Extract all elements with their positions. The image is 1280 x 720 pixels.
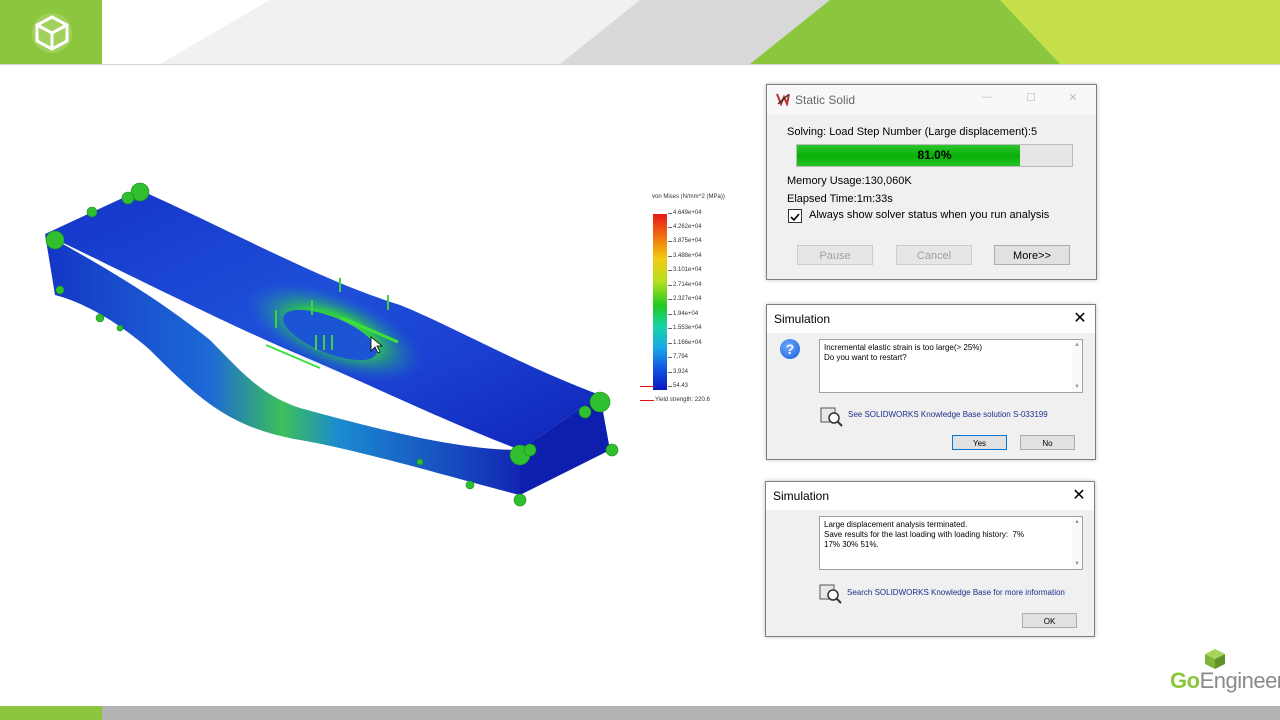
brand-prefix: Go	[1170, 668, 1200, 693]
yield-arrow-icon	[640, 400, 654, 401]
legend-title: von Mises (N/mm^2 (MPa))	[652, 194, 725, 200]
header-graphic	[102, 0, 1280, 64]
legend-tick: 1.94e+04	[667, 311, 699, 317]
knowledge-base-link[interactable]: Search SOLIDWORKS Knowledge Base for mor…	[847, 588, 1065, 597]
brand-wordmark: GoEngineer	[1170, 668, 1280, 694]
legend-tick: 54.43	[667, 383, 689, 389]
footer-accent	[0, 706, 102, 720]
solver-icon	[776, 93, 790, 106]
scrollbar[interactable]: ▲ ▼	[1072, 517, 1082, 569]
minimize-button[interactable]: —	[978, 91, 996, 107]
legend-color-bar	[653, 214, 667, 390]
goengineer-brand: GoEngineer	[1170, 648, 1280, 698]
yes-button[interactable]: Yes	[952, 435, 1007, 450]
simulation-titlebar[interactable]: Simulation ✕	[766, 482, 1094, 510]
question-icon: ?	[780, 339, 800, 359]
legend-tick: 2.714e+04	[668, 282, 702, 288]
cancel-button[interactable]: Cancel	[896, 245, 972, 265]
legend-tick: 3.875e+04	[668, 238, 702, 244]
scroll-down-icon[interactable]: ▼	[1074, 561, 1080, 567]
close-button[interactable]: ✕	[1069, 308, 1091, 330]
maximize-button[interactable]: ☐	[1022, 91, 1040, 107]
pause-button[interactable]: Pause	[797, 245, 873, 265]
simulation-terminated-dialog: Simulation ✕ Large displacement analysis…	[765, 481, 1095, 637]
legend-tick: 1.166e+04	[668, 340, 702, 346]
static-solid-titlebar[interactable]: Static Solid — ☐ ✕	[767, 85, 1096, 115]
always-show-label[interactable]: Always show solver status when you run a…	[809, 209, 1049, 221]
solving-status: Solving: Load Step Number (Large displac…	[787, 126, 1038, 138]
legend-tick: 3,924	[667, 369, 689, 375]
brand-cube-icon	[1205, 649, 1225, 669]
yield-marker	[640, 386, 654, 387]
fea-model-view[interactable]	[0, 150, 640, 530]
static-solid-dialog: Static Solid — ☐ ✕ Solving: Load Step Nu…	[766, 84, 1097, 280]
message-text: Large displacement analysis terminated. …	[824, 520, 1025, 549]
elapsed-time: Elapsed Time:1m:33s	[787, 193, 893, 205]
static-solid-title: Static Solid	[795, 93, 856, 107]
scroll-up-icon[interactable]: ▲	[1074, 342, 1080, 348]
scroll-down-icon[interactable]: ▼	[1074, 384, 1080, 390]
always-show-checkbox[interactable]	[788, 209, 802, 223]
simulation-titlebar[interactable]: Simulation ✕	[767, 305, 1095, 333]
progress-bar: 81.0%	[796, 144, 1073, 167]
simulation-restart-dialog: Simulation ✕ ? Incremental elastic strai…	[766, 304, 1096, 460]
message-box[interactable]: Incremental elastic strain is too large(…	[819, 339, 1083, 393]
knowledge-base-icon	[820, 407, 843, 427]
message-box[interactable]: Large displacement analysis terminated. …	[819, 516, 1083, 570]
progress-label: 81.0%	[917, 148, 952, 162]
brand-suffix: Engineer	[1199, 668, 1280, 693]
more-button[interactable]: More>>	[994, 245, 1070, 265]
no-button[interactable]: No	[1020, 435, 1075, 450]
legend-tick: 7,794	[667, 354, 689, 360]
stress-legend: von Mises (N/mm^2 (MPa)) 4.649e+04 4.262…	[640, 190, 760, 410]
cube-logo-icon	[32, 13, 72, 53]
knowledge-base-icon	[819, 584, 842, 604]
ok-button[interactable]: OK	[1022, 613, 1077, 628]
knowledge-base-link[interactable]: See SOLIDWORKS Knowledge Base solution S…	[848, 410, 1048, 419]
footer-bar	[0, 706, 1280, 720]
simulation-title: Simulation	[774, 312, 831, 326]
header-banner	[0, 0, 1280, 65]
memory-usage: Memory Usage:130,060K	[787, 175, 912, 187]
legend-tick: 4.262e+04	[668, 224, 702, 230]
scrollbar[interactable]: ▲ ▼	[1072, 340, 1082, 392]
checkmark-icon	[790, 213, 800, 222]
legend-tick: 1.553e+04	[668, 325, 702, 331]
legend-tick: 4.649e+04	[668, 210, 702, 216]
simulation-title: Simulation	[773, 489, 830, 503]
legend-tick: 3.488e+04	[668, 253, 702, 259]
close-button[interactable]: ✕	[1068, 485, 1090, 507]
logo-box	[0, 0, 102, 64]
yield-strength-label: Yield strength: 220.6	[655, 397, 710, 403]
close-button[interactable]: ✕	[1064, 91, 1082, 107]
scroll-up-icon[interactable]: ▲	[1074, 519, 1080, 525]
legend-tick: 2.327e+04	[668, 296, 702, 302]
legend-tick: 3.101e+04	[668, 267, 702, 273]
message-text: Incremental elastic strain is too large(…	[824, 343, 983, 362]
